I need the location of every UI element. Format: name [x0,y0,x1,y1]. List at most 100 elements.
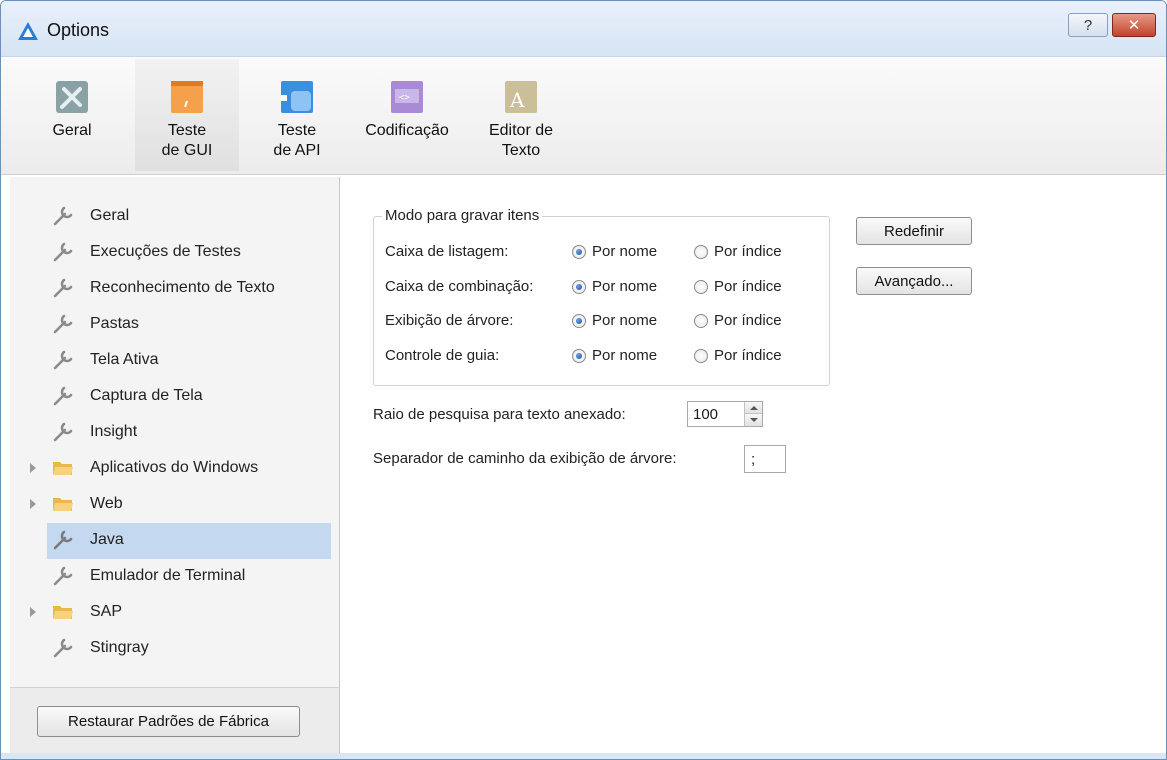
folder-icon [53,498,73,511]
radio-unchecked-icon [694,244,708,259]
combobox-by-index-radio[interactable]: Por índice [694,278,782,295]
toolbar-label: Teste de API [273,122,321,159]
radio-checked-icon [572,313,586,328]
wrench-icon [53,350,73,370]
toolbar-label: Codificação [365,122,449,139]
title-bar: Options ? ✕ [1,1,1166,57]
expand-arrow-icon[interactable] [30,499,36,509]
radio-label: Por nome [592,278,658,295]
tree-item-label: Pastas [90,315,139,332]
wrench-icon [53,422,73,442]
tree-separator-label: Separador de caminho da exibição de árvo… [373,450,677,467]
tree-item-stingray[interactable]: Stingray [10,631,340,667]
expand-arrow-icon[interactable] [30,607,36,617]
combobox-label: Caixa de combinação: [385,278,534,295]
radio-checked-icon [572,348,586,363]
tree-item-label: Insight [90,423,138,440]
radio-checked-icon [572,279,586,294]
wrench-icon [53,566,73,586]
wrench-icon [53,278,73,298]
tree-item-insight[interactable]: Insight [10,415,340,451]
search-radius-spinner[interactable]: 100 [687,401,763,427]
radio-label: Por índice [714,278,782,295]
tree-item-sap[interactable]: SAP [10,595,340,631]
treeview-by-index-radio[interactable]: Por índice [694,312,782,329]
options-window: Options ? ✕ Geral Teste de GUI Teste de … [0,0,1167,760]
tab-control-by-name-radio[interactable]: Por nome [572,347,657,364]
tree-item-label: SAP [90,603,123,620]
api-test-icon [281,81,313,113]
tree-item-label: Java [90,531,124,548]
tree-footer: Restaurar Padrões de Fábrica [10,687,340,753]
help-button[interactable]: ? [1068,13,1108,37]
tree-item-label: Captura de Tela [90,387,203,404]
arrow-up-icon [749,405,758,410]
toolbar-item-teste-gui[interactable]: Teste de GUI [135,59,239,171]
search-radius-label: Raio de pesquisa para texto anexado: [373,406,626,423]
combobox-by-name-radio[interactable]: Por nome [572,278,657,295]
tree-separator-value: ; [751,451,756,468]
tree-item-emulador[interactable]: Emulador de Terminal [10,559,340,595]
tree-item-label: Execuções de Testes [90,243,241,260]
options-tree: Geral Execuções de Testes Reconhecimento… [10,177,340,687]
spinner-buttons [744,402,762,426]
radio-label: Por índice [714,243,782,260]
close-button[interactable]: ✕ [1112,13,1156,37]
listbox-by-index-radio[interactable]: Por índice [694,243,782,260]
window-bottom-border [1,753,1166,759]
folder-icon [53,606,73,619]
tree-item-label: Stingray [90,639,149,656]
listbox-label: Caixa de listagem: [385,243,509,260]
spin-up-button[interactable] [745,402,762,414]
tools-icon [56,81,88,113]
window-title: Options [47,20,110,40]
folder-icon [53,462,73,475]
expand-arrow-icon[interactable] [30,463,36,473]
group-legend: Modo para gravar itens [382,207,543,224]
advanced-button[interactable]: Avançado... [856,267,972,295]
radio-label: Por nome [592,347,658,364]
arrow-down-icon [749,418,758,422]
coding-icon: <> [391,81,423,113]
tree-item-label: Emulador de Terminal [90,567,246,584]
tree-item-geral[interactable]: Geral [10,199,340,235]
tree-item-web[interactable]: Web [10,487,340,523]
radio-unchecked-icon [694,348,708,363]
wrench-icon [53,206,73,226]
wrench-icon [53,314,73,334]
restore-defaults-button[interactable]: Restaurar Padrões de Fábrica [37,706,300,737]
toolbar-item-editor-texto[interactable]: A Editor de Texto [479,59,563,171]
tree-item-java[interactable]: Java [10,523,340,559]
wrench-icon [53,530,73,550]
treeview-label: Exibição de árvore: [385,312,514,329]
search-radius-value: 100 [693,406,719,423]
tree-item-label: Reconhecimento de Texto [90,279,275,296]
tab-control-label: Controle de guia: [385,347,500,364]
category-toolbar: Geral Teste de GUI Teste de API <> Codif… [1,57,1166,175]
radio-unchecked-icon [694,279,708,294]
wrench-icon [53,638,73,658]
tree-separator-input[interactable]: ; [744,445,786,473]
treeview-by-name-radio[interactable]: Por nome [572,312,657,329]
radio-label: Por nome [592,312,658,329]
tree-item-pastas[interactable]: Pastas [10,307,340,343]
reset-button[interactable]: Redefinir [856,217,972,245]
tree-item-captura[interactable]: Captura de Tela [10,379,340,415]
text-editor-icon: A [505,81,537,113]
toolbar-item-geral[interactable]: Geral [45,59,99,171]
tree-item-tela-ativa[interactable]: Tela Ativa [10,343,340,379]
tab-control-by-index-radio[interactable]: Por índice [694,347,782,364]
app-logo-icon [18,22,38,40]
wrench-icon [53,386,73,406]
tree-item-label: Tela Ativa [90,351,159,368]
radio-label: Por índice [714,312,782,329]
tree-item-reconhecimento[interactable]: Reconhecimento de Texto [10,271,340,307]
tree-item-aplicativos-windows[interactable]: Aplicativos do Windows [10,451,340,487]
tree-item-label: Geral [90,207,130,224]
listbox-by-name-radio[interactable]: Por nome [572,243,657,260]
spin-down-button[interactable] [745,414,762,426]
tree-item-execucoes[interactable]: Execuções de Testes [10,235,340,271]
toolbar-item-codificacao[interactable]: <> Codificação [357,59,457,171]
toolbar-item-teste-api[interactable]: Teste de API [257,59,337,171]
tree-item-label: Web [90,495,123,512]
